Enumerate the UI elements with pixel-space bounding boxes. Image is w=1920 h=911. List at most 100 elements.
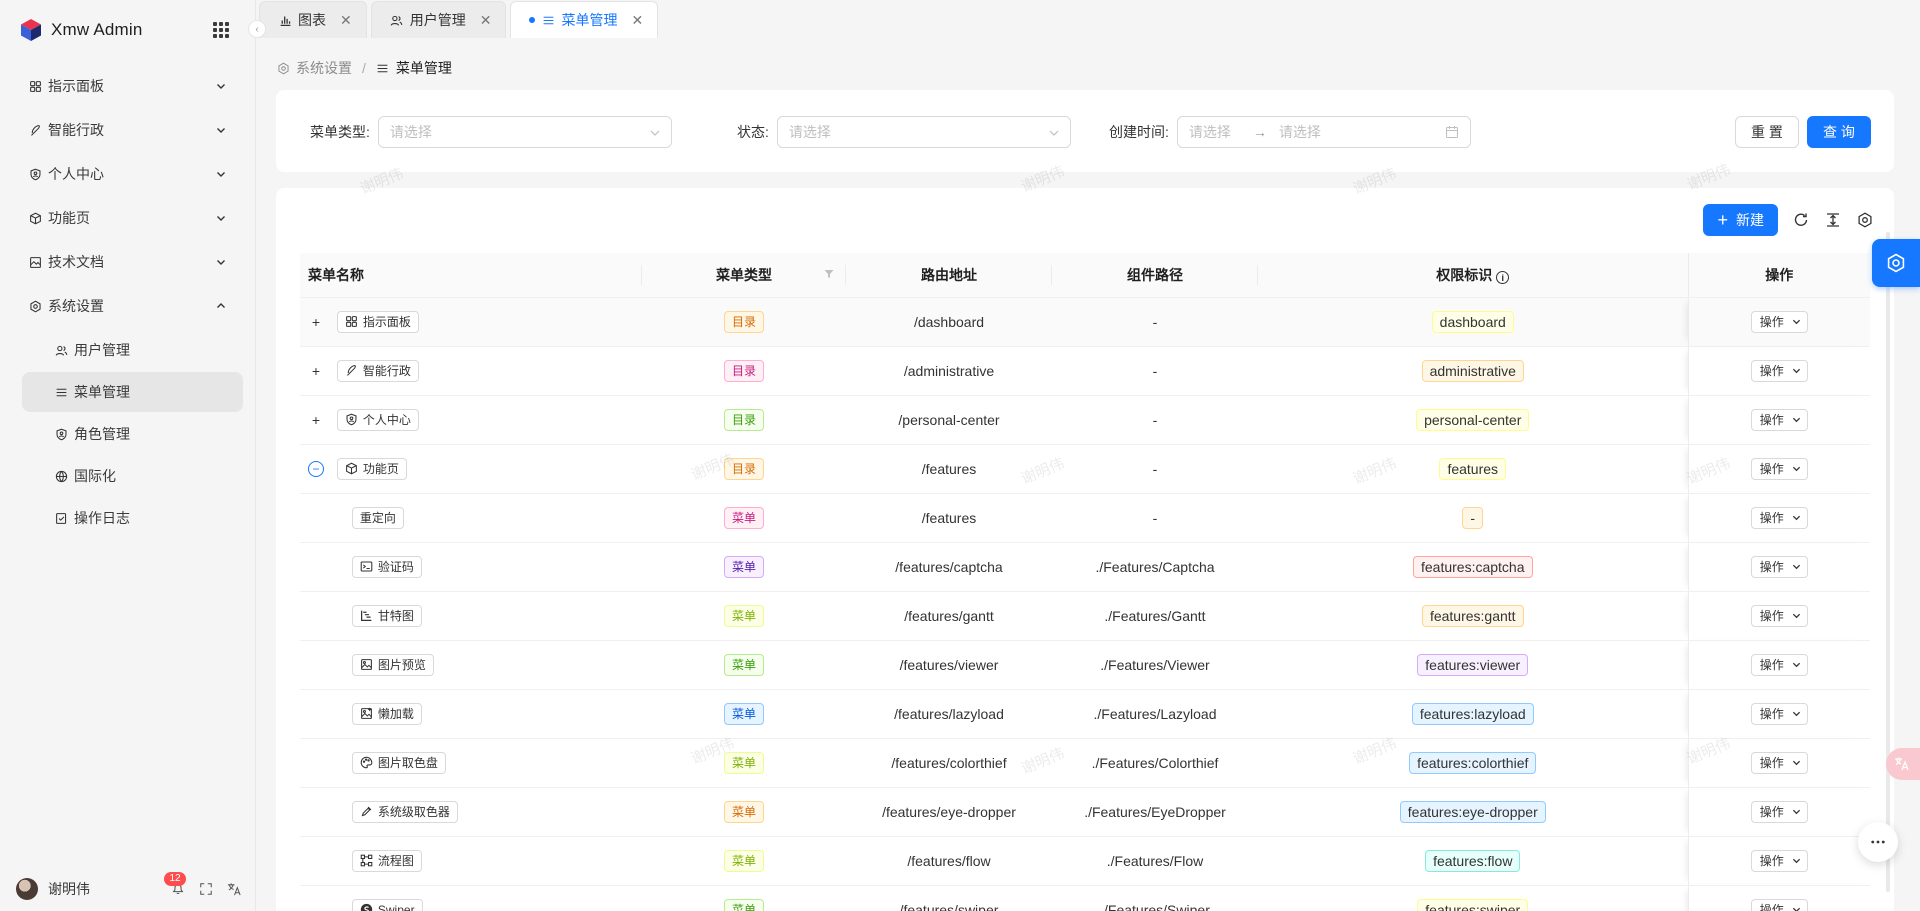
sidebar-item-5[interactable]: 系统设置 (0, 284, 255, 328)
submenu-item-label: 菜单管理 (74, 384, 130, 400)
table-row[interactable]: + 智能行政 目录 /administrative - administrati… (300, 346, 1870, 396)
collapse-sidebar-button[interactable]: ‹ (248, 20, 266, 38)
cell-actions: 操作 (1687, 542, 1870, 592)
submenu-item-1[interactable]: 菜单管理 (22, 372, 243, 412)
chevron-down-icon (215, 124, 227, 136)
row-action-dropdown[interactable]: 操作 (1750, 800, 1808, 823)
row-action-dropdown[interactable]: 操作 (1750, 898, 1808, 911)
sidebar-item-1[interactable]: 智能行政 (0, 108, 255, 152)
apps-grid-icon[interactable] (213, 22, 229, 38)
row-action-label: 操作 (1759, 315, 1784, 329)
row-action-dropdown[interactable]: 操作 (1750, 408, 1808, 431)
theme-setting-button[interactable] (1872, 239, 1920, 287)
menu-type-select[interactable]: 请选择 (377, 116, 672, 148)
tab-2[interactable]: 菜单管理 ✕ (510, 1, 659, 38)
expand-row-icon[interactable]: + (308, 363, 324, 379)
sidebar-item-2[interactable]: 个人中心 (0, 152, 255, 196)
avatar[interactable] (16, 878, 38, 900)
submenu-item-label: 用户管理 (74, 342, 130, 358)
row-action-dropdown[interactable]: 操作 (1750, 604, 1808, 627)
language-switch-button[interactable] (1886, 748, 1920, 780)
row-action-dropdown[interactable]: 操作 (1750, 359, 1808, 382)
filter-icon[interactable] (824, 269, 834, 279)
tab-0[interactable]: 图表 ✕ (259, 1, 367, 38)
menu-icon (376, 61, 390, 75)
close-icon[interactable]: ✕ (340, 12, 352, 29)
translate-icon[interactable] (226, 881, 242, 897)
cell-type: 菜单 (642, 689, 846, 739)
cell-component: ./Features/Colorthief (1052, 738, 1258, 788)
user-name[interactable]: 谢明伟 (48, 879, 170, 899)
table-row[interactable]: + 个人中心 目录 /personal-center - personal-ce… (300, 395, 1870, 445)
row-action-dropdown[interactable]: 操作 (1750, 457, 1808, 480)
row-action-dropdown[interactable]: 操作 (1750, 702, 1808, 725)
row-action-label: 操作 (1759, 462, 1784, 476)
menu-type-tag: 菜单 (723, 702, 764, 725)
table-row[interactable]: 系统级取色器 菜单 /features/eye-dropper ./Featur… (300, 787, 1870, 837)
cell-path: /features/swiper (846, 885, 1052, 911)
info-icon[interactable]: i (1496, 271, 1510, 285)
chevron-down-icon (1784, 315, 1801, 329)
submenu-item-4[interactable]: 操作日志 (22, 498, 243, 538)
close-icon[interactable]: ✕ (480, 12, 492, 29)
collapse-row-icon[interactable]: − (308, 460, 324, 477)
date-range-picker[interactable]: 请选择 → 请选择 (1176, 116, 1471, 148)
sidebar-item-label: 技术文档 (48, 254, 104, 270)
cell-path: /features/captcha (846, 542, 1052, 592)
tab-1[interactable]: 用户管理 ✕ (370, 1, 507, 38)
translate-icon (1895, 757, 1909, 771)
menu-name-chip: 功能页 (336, 457, 407, 480)
submenu-item-3[interactable]: 国际化 (22, 456, 243, 496)
submenu-item-0[interactable]: 用户管理 (22, 330, 243, 370)
cell-actions: 操作 (1687, 395, 1870, 445)
box-icon (345, 462, 358, 475)
row-action-dropdown[interactable]: 操作 (1750, 653, 1808, 676)
row-action-dropdown[interactable]: 操作 (1750, 506, 1808, 529)
table-row[interactable]: 图片取色盘 菜单 /features/colorthief ./Features… (300, 738, 1870, 788)
expand-row-icon[interactable]: + (308, 314, 324, 330)
vertical-scrollbar[interactable] (1884, 232, 1892, 892)
bell-icon[interactable]: 12 (164, 872, 186, 897)
table-row[interactable]: 懒加载 菜单 /features/lazyload ./Features/Laz… (300, 689, 1870, 739)
menu-name-text: 流程图 (377, 854, 414, 868)
reset-button[interactable]: 重 置 (1735, 116, 1799, 148)
cell-type: 目录 (642, 395, 846, 445)
row-action-dropdown[interactable]: 操作 (1750, 310, 1808, 333)
row-action-dropdown[interactable]: 操作 (1750, 751, 1808, 774)
column-height-icon[interactable] (1824, 211, 1842, 229)
table-row[interactable]: 甘特图 菜单 /features/gantt ./Features/Gantt … (300, 591, 1870, 641)
reload-icon[interactable] (1792, 211, 1810, 229)
start-date-input[interactable]: 请选择 (1189, 122, 1231, 142)
sidebar-item-3[interactable]: 功能页 (0, 196, 255, 240)
cell-permission: features:lazyload (1258, 689, 1688, 739)
status-field: 状态: 请选择 (737, 116, 1071, 148)
cell-type: 菜单 (642, 738, 846, 788)
table-row[interactable]: 验证码 菜单 /features/captcha ./Features/Capt… (300, 542, 1870, 592)
column-setting-icon[interactable] (1856, 211, 1874, 229)
row-action-dropdown[interactable]: 操作 (1750, 849, 1808, 872)
table-row[interactable]: + 指示面板 目录 /dashboard - dashboard 操作 (300, 297, 1870, 347)
new-button[interactable]: + 新建 (1703, 204, 1778, 236)
submenu-item-2[interactable]: 角色管理 (22, 414, 243, 454)
sidebar-item-4[interactable]: 技术文档 (0, 240, 255, 284)
table-row[interactable]: 图片预览 菜单 /features/viewer ./Features/View… (300, 640, 1870, 690)
breadcrumb-parent[interactable]: 系统设置 (296, 58, 352, 78)
table-row[interactable]: 流程图 菜单 /features/flow ./Features/Flow fe… (300, 836, 1870, 886)
submenu-item-label: 操作日志 (74, 510, 130, 526)
row-action-dropdown[interactable]: 操作 (1750, 555, 1808, 578)
status-select[interactable]: 请选择 (776, 116, 1071, 148)
more-actions-button[interactable] (1858, 822, 1898, 862)
end-date-input[interactable]: 请选择 (1279, 122, 1321, 142)
table-row[interactable]: − 功能页 目录 /features - features 操作 (300, 444, 1870, 494)
fullscreen-icon[interactable] (198, 881, 214, 897)
expand-row-icon[interactable]: + (308, 412, 324, 428)
cell-name: − 功能页 (300, 444, 642, 494)
close-icon[interactable]: ✕ (631, 12, 643, 29)
table-row[interactable]: 重定向 菜单 /features - - 操作 (300, 493, 1870, 543)
chevron-down-icon (1784, 511, 1801, 525)
query-button[interactable]: 查 询 (1807, 116, 1871, 148)
sidebar-item-0[interactable]: 指示面板 (0, 64, 255, 108)
tab-label: 用户管理 (409, 12, 466, 28)
menu-table: 菜单名称 菜单类型 路由地址 组件路径 权限标识 i 操作 + 指示面板 目录 /… (300, 253, 1870, 911)
table-row[interactable]: Swiper 菜单 /features/swiper ./Features/Sw… (300, 885, 1870, 911)
